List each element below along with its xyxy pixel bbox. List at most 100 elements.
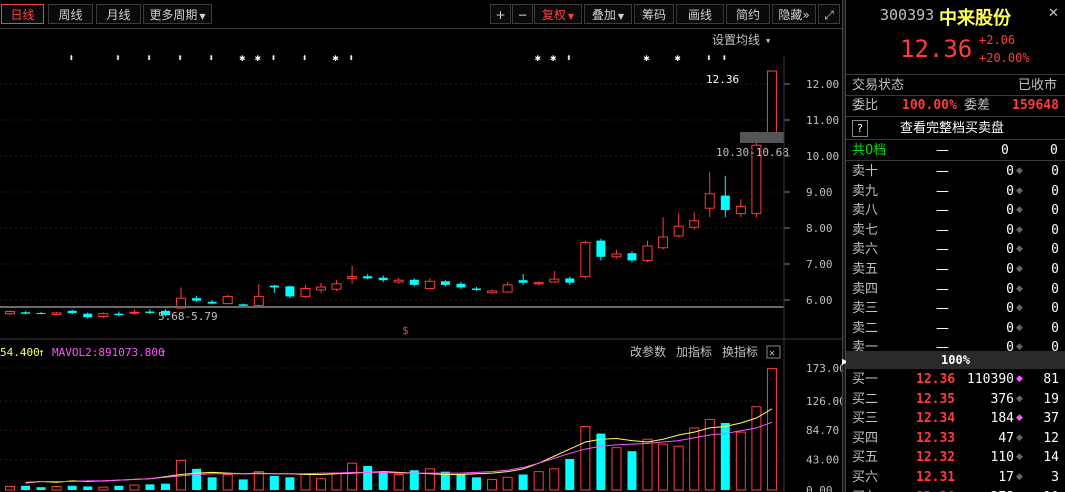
level-label: 买五 [852,450,879,466]
dollar-marker: $ [402,324,409,337]
sell-level-row[interactable]: 卖三 —0 0 ◆ [846,299,1065,319]
buy-level-row[interactable]: 买四 12.33 47 12 ◆ [846,429,1065,449]
diamond-icon: ◆ [1016,432,1023,443]
volume-bar [222,473,233,491]
level-price: — [936,301,949,317]
candle-body [673,225,684,237]
level-price: — [936,281,949,297]
level-count: 0 [1051,164,1059,179]
price-tick-label: 11.00 [806,114,839,127]
level-price: — [936,320,949,336]
add-indicator-button[interactable]: 加指标 [676,344,712,359]
candle-body [720,195,730,210]
tab-monthly[interactable]: 月线 [96,4,141,24]
price-tick-label: 8.00 [806,222,833,235]
event-markers: ⬍ ⬍ ⬍ ⬍ ⬍ ✱ ✱ ⬍ ⬍ ✱ ⬍ ✱ ✱ ⬍ ✱ ✱ ⬍ ⬍ [68,53,727,64]
expand-icon[interactable]: ⤢ [818,4,840,24]
high-label: 12.36 [706,73,739,86]
sell-level-row[interactable]: 卖五 —0 0 ◆ [846,260,1065,280]
edit-params-button[interactable]: 改参数 [630,344,666,359]
candle-body [145,311,155,313]
diamond-icon: ◆ [1016,413,1023,424]
kline-chart[interactable]: 设置均线 ▼ ⬍ ⬍ ⬍ ⬍ ⬍ ✱ ✱ ⬍ ⬍ ✱ ⬍ ✱ ✱ ⬍ ✱ ✱ ⬍ ⬍ 12.00 11.00 10.0… [0,28,842,492]
total-levels-label: 共0档 [852,143,887,158]
buy-level-row[interactable]: 买二 12.35 376 19 ◆ [846,390,1065,410]
simple-mode-button[interactable]: 简约 [726,4,770,24]
chart-panel[interactable]: 日线 周线 月线 更多周期 ▼ + − 复权 ▼ 叠加 ▼ 筹码 画线 简约 隐藏» … [0,0,842,492]
change-indicator-button[interactable]: 换指标 [722,344,758,359]
buy-level-row[interactable]: 买六 12.31 17 3 ◆ [846,468,1065,488]
tab-weekly[interactable]: 周线 [48,4,93,24]
help-icon[interactable]: ? [852,120,868,137]
fuquan-label: 复权 [541,8,566,22]
sell-level-row[interactable]: 卖六 —0 0 ◆ [846,240,1065,260]
event-marker-icon: ⬍ [270,53,276,64]
level-price: — [936,242,949,258]
level-label: 卖六 [852,242,879,258]
status-value: 已收市 [1018,78,1058,93]
level-count: 0 [1051,281,1059,297]
overlay-button[interactable]: 叠加 ▼ [584,4,632,24]
price-axis: 12.00 11.00 10.00 9.00 8.00 7.00 6.00 [784,78,839,307]
arrow-up-icon: ↑ [38,346,45,359]
level-price: — [936,222,949,238]
candle-body [285,286,295,297]
volume-bar [472,477,481,490]
event-marker-icon: ✱ [535,53,541,64]
volume-bar [51,485,62,491]
diamond-icon: ◆ [1016,303,1023,314]
candle-body [21,312,31,314]
last-price: 12.36 [900,35,973,63]
zoom-in-button[interactable]: + [490,4,511,24]
tab-daily[interactable]: 日线 [1,4,44,24]
volume-bar [129,484,140,491]
candle-body [316,286,326,291]
zoom-out-button[interactable]: − [512,4,533,24]
fuquan-button[interactable]: 复权 ▼ [534,4,582,24]
draw-line-button[interactable]: 画线 [676,4,724,24]
sell-level-row[interactable]: 卖八 —0 0 ◆ [846,201,1065,221]
volume-bar [393,473,404,491]
buy-level-row[interactable]: 买七 12.30 278 10 ◆ [846,488,1065,492]
sell-level-row[interactable]: 卖十 —0 0 ◆ [846,162,1065,182]
trade-status-row: 交易状态 已收市 [846,76,1065,96]
volume-bar [518,474,528,490]
candle-body [409,279,419,285]
set-ma-button[interactable]: 设置均线 [712,33,760,47]
volume-bar [704,418,715,491]
level-volume: 278 [991,488,1014,492]
sell-level-row[interactable]: 卖四 —0 0 ◆ [846,280,1065,300]
double-chevron-icon: » [802,8,810,22]
full-orderbook-link[interactable]: 查看完整档买卖盘 [900,119,1004,138]
event-marker-icon: ⬍ [721,53,727,64]
diamond-icon: ◆ [1016,224,1023,235]
volume-bar [735,431,746,491]
volume-bar [673,445,684,491]
volume-bar [269,475,279,490]
close-icon[interactable]: ✕ [1048,6,1059,21]
hide-label: 隐藏 [778,8,803,22]
full-orderbook-row[interactable]: ? 查看完整档买卖盘 [846,119,1065,139]
buy-level-row[interactable]: 买五 12.32 110 14 ◆ [846,448,1065,468]
chips-button[interactable]: 筹码 [634,4,674,24]
level-volume: 0 [1006,222,1014,238]
sell-level-row[interactable]: 卖二 —0 0 ◆ [846,319,1065,339]
candle-body [518,280,528,283]
hide-button[interactable]: 隐藏» [772,4,816,24]
volume-bar [36,487,46,490]
sell-level-row[interactable]: 卖七 —0 0 ◆ [846,221,1065,241]
volume-bar [424,468,435,491]
level-label: 买四 [852,430,879,446]
volume-bar [533,471,544,491]
buy-level-row[interactable]: 买三 12.34 184 37 ◆ [846,409,1065,429]
level-volume: 0 [1006,262,1014,277]
price-tick-label: 10.00 [806,150,839,163]
event-marker-icon: ⬍ [68,53,74,64]
buy-level-row[interactable]: 买一 12.36 110390 81 ◆ [846,370,1065,390]
volume-bar [363,466,373,490]
sell-level-row[interactable]: 卖九 —0 0 ◆ [846,182,1065,202]
separator [846,116,1065,117]
level-count: 0 [1051,242,1059,258]
tab-more-periods[interactable]: 更多周期 ▼ [143,4,212,24]
level-label: 卖二 [852,320,879,336]
